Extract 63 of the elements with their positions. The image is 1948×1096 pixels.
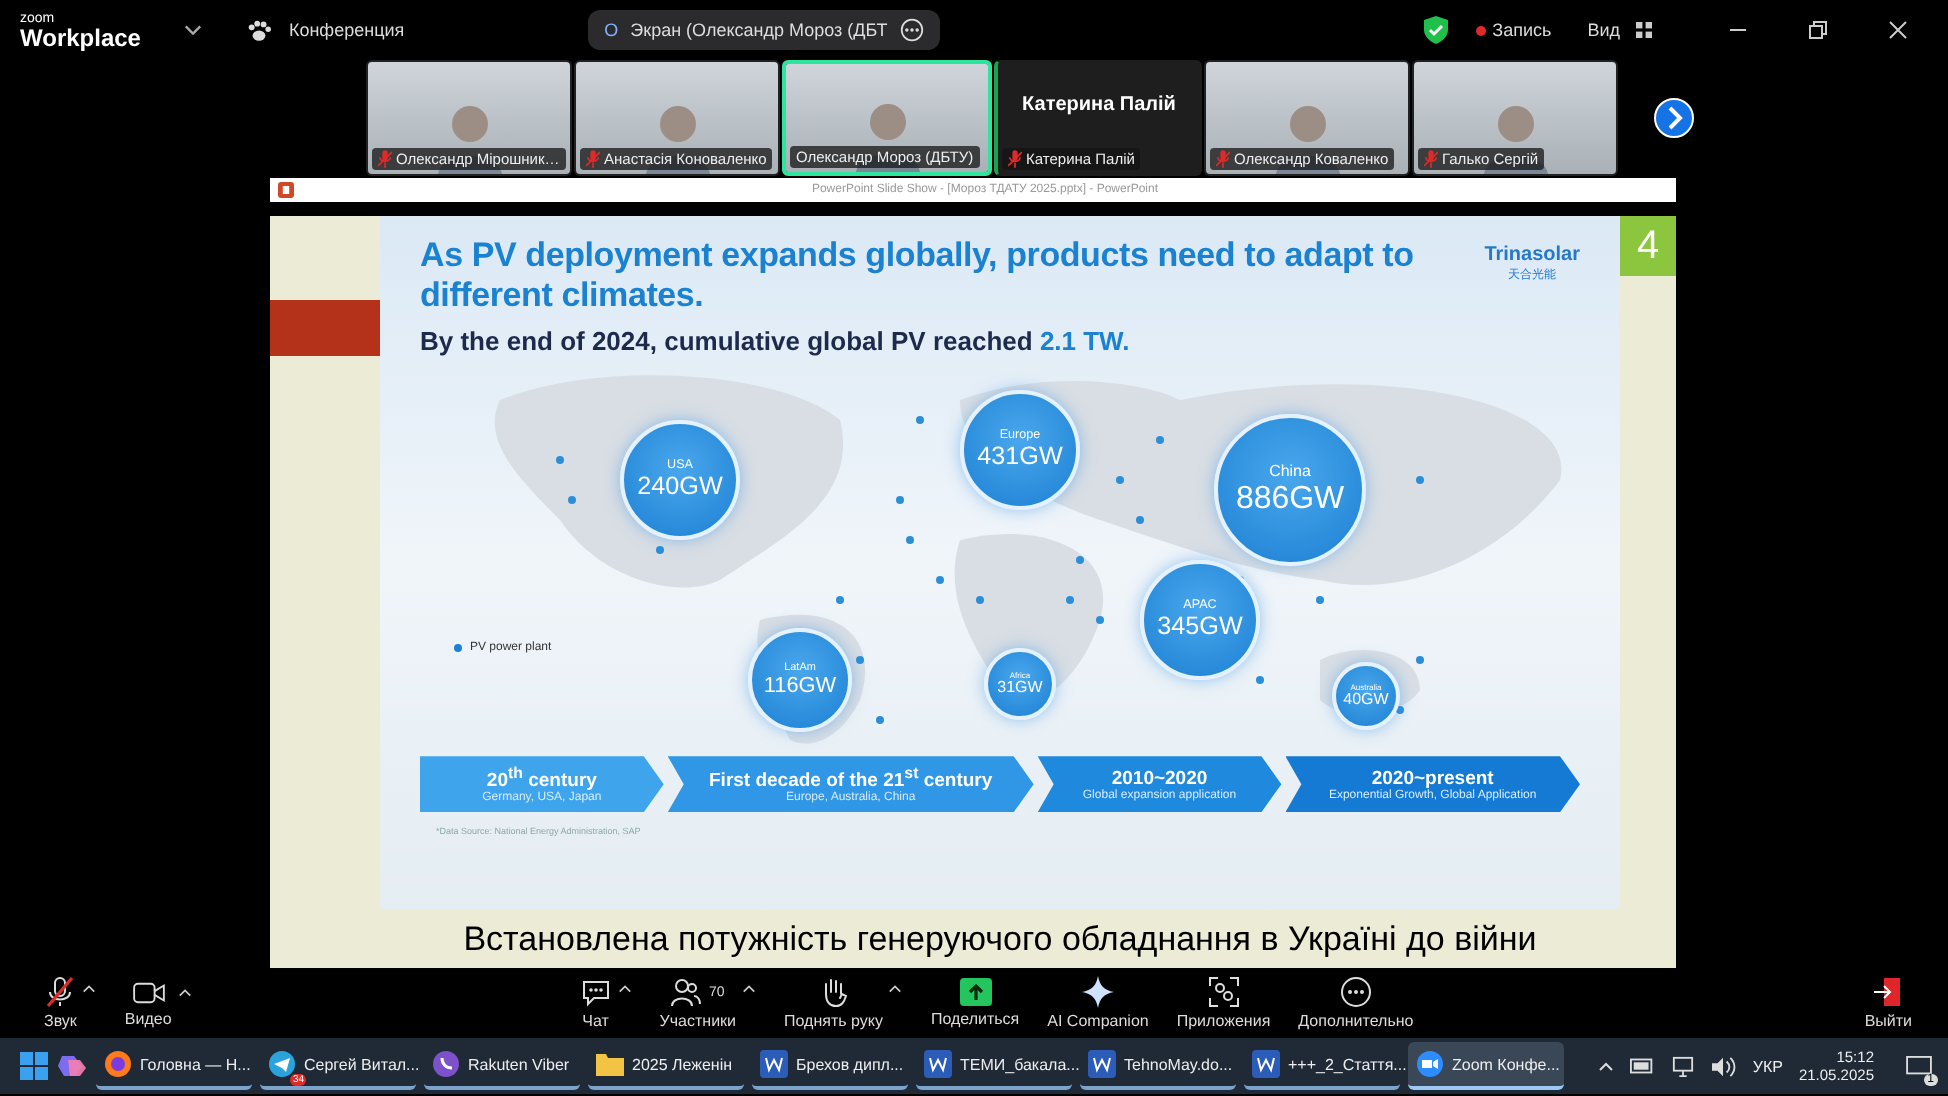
document-icon <box>760 1050 788 1078</box>
toolbar-button[interactable]: Видео <box>124 979 172 1027</box>
windows-start-icon[interactable] <box>20 1052 48 1080</box>
view-button[interactable]: Вид <box>1587 20 1620 40</box>
toolbar-button[interactable]: Чат <box>579 976 612 1030</box>
slide-caption: Встановлена потужність генеруючого обладнання в Україні до війни <box>461 918 1539 962</box>
caret-icon[interactable] <box>177 987 192 997</box>
slide-subtitle: By the end of 2024, cumulative global PV reached 2.1 TW. <box>418 324 1132 357</box>
toolbar-button[interactable]: Звук <box>44 976 77 1030</box>
slide-title: As PV deployment expands globally, products need to adapt to different climates. <box>420 236 1416 315</box>
video-camera-icon <box>1416 1050 1444 1078</box>
taskbar-app[interactable]: Головна — Н... <box>96 1042 252 1090</box>
phone-bubble-icon <box>432 1050 460 1078</box>
toolbar-button[interactable]: Приложения <box>1176 976 1271 1030</box>
apps-icon <box>1207 976 1240 1008</box>
toolbar-button[interactable]: Выйти <box>1864 976 1912 1030</box>
toolbar-button[interactable]: Поделиться <box>930 978 1020 1028</box>
browser-icon <box>104 1050 132 1078</box>
legend-dot-icon <box>454 644 462 653</box>
document-icon <box>1252 1050 1280 1078</box>
close-icon[interactable] <box>1888 20 1908 40</box>
chat-icon <box>579 976 612 1008</box>
grid-icon[interactable] <box>1636 22 1652 38</box>
language-indicator[interactable]: УКР <box>1752 1057 1783 1075</box>
copilot-icon[interactable] <box>56 1050 88 1082</box>
caret-icon[interactable] <box>617 984 632 994</box>
sparkle-icon <box>1081 976 1114 1008</box>
slide-accent-block <box>270 300 380 356</box>
caret-icon[interactable] <box>888 984 903 994</box>
exit-door-icon <box>1872 976 1905 1008</box>
share-label: Экран (Олександр Мороз (ДБТ <box>630 20 888 40</box>
taskbar-app[interactable]: 2025 Леженін <box>588 1042 744 1090</box>
toolbar-button[interactable]: Дополнительно <box>1298 976 1414 1030</box>
more-icon[interactable] <box>899 18 924 42</box>
taskbar-app[interactable]: Zoom Конфе... <box>1408 1042 1564 1090</box>
toolbar-button[interactable]: Поднять руку <box>784 976 883 1030</box>
next-page-button[interactable] <box>1654 98 1694 138</box>
meeting-label[interactable]: Конференция <box>288 20 405 40</box>
toolbar-button[interactable]: AI Companion <box>1047 976 1149 1030</box>
taskbar-app[interactable]: Брехов дипл... <box>752 1042 908 1090</box>
recording-indicator[interactable]: Запись <box>1476 20 1552 40</box>
battery-icon[interactable] <box>1630 1058 1657 1074</box>
document-icon <box>1088 1050 1116 1078</box>
screen-share-pill[interactable]: О Экран (Олександр Мороз (ДБТ <box>588 10 940 50</box>
speaker-icon[interactable] <box>1710 1055 1737 1077</box>
paw-icon <box>246 19 273 41</box>
participant-display-name: Катерина Палій <box>1022 93 1176 115</box>
chevron-up-icon[interactable] <box>1598 1061 1615 1071</box>
restore-icon[interactable] <box>1808 20 1828 40</box>
chevron-down-icon[interactable] <box>184 24 203 36</box>
shield-check-icon[interactable] <box>1424 16 1449 44</box>
camera-icon <box>131 979 166 1005</box>
paper-plane-icon <box>268 1050 296 1078</box>
people-icon <box>670 976 703 1008</box>
taskbar-app[interactable]: TehnoMay.do... <box>1080 1042 1236 1090</box>
more-icon <box>1339 976 1372 1008</box>
folder-icon <box>596 1052 624 1076</box>
caret-icon[interactable] <box>742 984 756 994</box>
presenter-initial: О <box>604 20 619 40</box>
caret-icon[interactable] <box>82 984 97 994</box>
document-icon <box>924 1050 952 1078</box>
slide-number: 4 <box>1620 216 1676 276</box>
taskbar-app[interactable]: Rakuten Viber <box>424 1042 580 1090</box>
